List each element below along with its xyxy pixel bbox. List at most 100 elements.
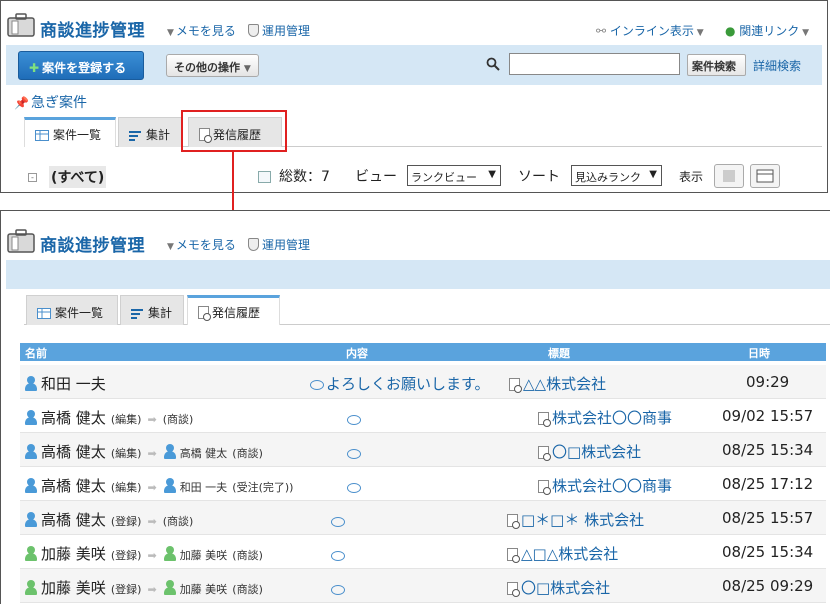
total-count: 総数：7 [279, 169, 330, 185]
user-icon [163, 580, 177, 595]
col-datetime: 日時 [748, 347, 770, 360]
row-title[interactable]: △□△株式会社 [507, 543, 618, 564]
shield-icon [248, 238, 259, 251]
expand-toggle[interactable]: - [28, 173, 37, 182]
tab-send-history[interactable]: 発信履歴 [187, 295, 280, 325]
grid-view-button[interactable] [714, 164, 744, 188]
memo-link[interactable]: ▼ メモを見る [167, 22, 236, 39]
row-title[interactable]: 株式会社〇〇商事 [538, 475, 672, 496]
row-title[interactable]: □＊□＊ 株式会社 [507, 509, 644, 530]
case-search-button[interactable]: 案件検索 [687, 54, 746, 76]
document-icon [507, 548, 520, 563]
user-icon [163, 546, 177, 561]
bar-chart-icon [131, 309, 143, 319]
tab-case-list[interactable]: 案件一覧 [24, 117, 116, 147]
pin-icon: 📌 [14, 96, 29, 110]
toolbar [6, 260, 830, 289]
tab-case-list[interactable]: 案件一覧 [26, 295, 118, 325]
urgent-cases-link[interactable]: 📌 急ぎ案件 [14, 92, 87, 112]
search-icon [486, 57, 500, 71]
advanced-search-link[interactable]: 詳細検索 [753, 57, 801, 74]
arrow-right-icon: ➡ [147, 413, 157, 426]
comment-icon [331, 517, 345, 527]
tab-summary[interactable]: 集計 [120, 295, 184, 325]
filter-all[interactable]: (すべて) [49, 166, 107, 188]
tab-summary[interactable]: 集計 [118, 117, 182, 147]
user-icon [24, 546, 38, 561]
row-content[interactable] [347, 409, 363, 428]
comment-icon [347, 449, 361, 459]
user-icon [24, 376, 38, 391]
bar-chart-icon [129, 131, 141, 141]
briefcase-icon [7, 13, 35, 37]
row-time: 08/25 15:34 [722, 543, 814, 561]
comment-icon [347, 483, 361, 493]
user-icon [24, 478, 38, 493]
comment-icon [331, 585, 345, 595]
plus-icon: ✚ [29, 61, 40, 75]
memo-link[interactable]: ▼ メモを見る [167, 236, 236, 253]
document-icon [538, 412, 551, 427]
document-icon [507, 514, 520, 529]
grid-icon [723, 170, 735, 182]
arrow-right-icon: ➡ [147, 549, 157, 562]
shield-icon [248, 24, 259, 37]
view-label: ビュー [355, 169, 397, 185]
row-title[interactable]: 〇□株式会社 [507, 577, 610, 598]
row-content[interactable] [347, 443, 363, 462]
admin-link[interactable]: 運用管理 [248, 22, 310, 39]
arrow-right-icon: ➡ [147, 481, 157, 494]
history-icon [198, 306, 211, 321]
row-content[interactable] [331, 579, 347, 598]
user-icon [24, 580, 38, 595]
document-icon [507, 582, 520, 597]
first-page-icon[interactable] [258, 171, 271, 183]
row-title[interactable]: △△株式会社 [509, 373, 606, 394]
sort-select[interactable]: 見込みランク ▼ [571, 165, 662, 186]
admin-link[interactable]: 運用管理 [248, 236, 310, 253]
row-time: 08/25 09:29 [722, 577, 814, 595]
document-icon [509, 378, 522, 393]
register-button[interactable]: ✚ 案件を登録する [18, 51, 144, 80]
arrow-right-icon: ➡ [147, 515, 157, 528]
glasses-icon: ⚯ [596, 24, 610, 38]
user-icon [163, 478, 177, 493]
sort-label: ソート [518, 169, 560, 185]
list-view-button[interactable] [750, 164, 780, 188]
arrow-right-icon: ➡ [147, 447, 157, 460]
user-icon [24, 512, 38, 527]
row-name[interactable]: 高橋 健太 (登録) ➡ (商談) [24, 509, 193, 530]
row-time: 08/25 15:57 [722, 509, 814, 527]
comment-icon [310, 380, 324, 390]
row-name[interactable]: 高橋 健太 (編集) ➡ 高橋 健太 (商談) [24, 441, 263, 462]
document-icon [538, 446, 551, 461]
highlight-frame [181, 110, 287, 152]
row-content[interactable]: よろしくお願いします。 [310, 373, 490, 394]
row-name[interactable]: 加藤 美咲 (登録) ➡ 加藤 美咲 (商談) [24, 577, 263, 598]
app-title: 商談進捗管理 [40, 21, 145, 41]
row-content[interactable] [331, 545, 347, 564]
globe-icon: ● [725, 24, 740, 38]
arrow-right-icon: ➡ [147, 583, 157, 596]
search-input[interactable] [509, 53, 680, 75]
other-ops-button[interactable]: その他の操作 ▼ [166, 54, 259, 77]
row-content[interactable] [331, 511, 347, 530]
row-content[interactable] [347, 477, 363, 496]
related-links-menu[interactable]: ● 関連リンク ▼ [725, 22, 811, 39]
row-name[interactable]: 和田 一夫 [24, 373, 106, 394]
app-title: 商談進捗管理 [40, 236, 145, 256]
row-name[interactable]: 高橋 健太 (編集) ➡ 和田 一夫 (受注(完了)) [24, 475, 293, 496]
row-name[interactable]: 高橋 健太 (編集) ➡ (商談) [24, 407, 193, 428]
list-icon [756, 169, 774, 183]
row-title[interactable]: 株式会社〇〇商事 [538, 407, 672, 428]
table-icon [35, 130, 49, 141]
row-name[interactable]: 加藤 美咲 (登録) ➡ 加藤 美咲 (商談) [24, 543, 263, 564]
history-table-header [20, 343, 826, 361]
row-title[interactable]: 〇□株式会社 [538, 441, 641, 462]
col-title: 標題 [548, 347, 570, 360]
inline-view-link[interactable]: ⚯ インライン表示 ▼ [596, 22, 706, 39]
user-icon [24, 410, 38, 425]
briefcase-icon [7, 229, 35, 253]
user-icon [24, 444, 38, 459]
view-select[interactable]: ランクビュー ▼ [407, 165, 501, 186]
